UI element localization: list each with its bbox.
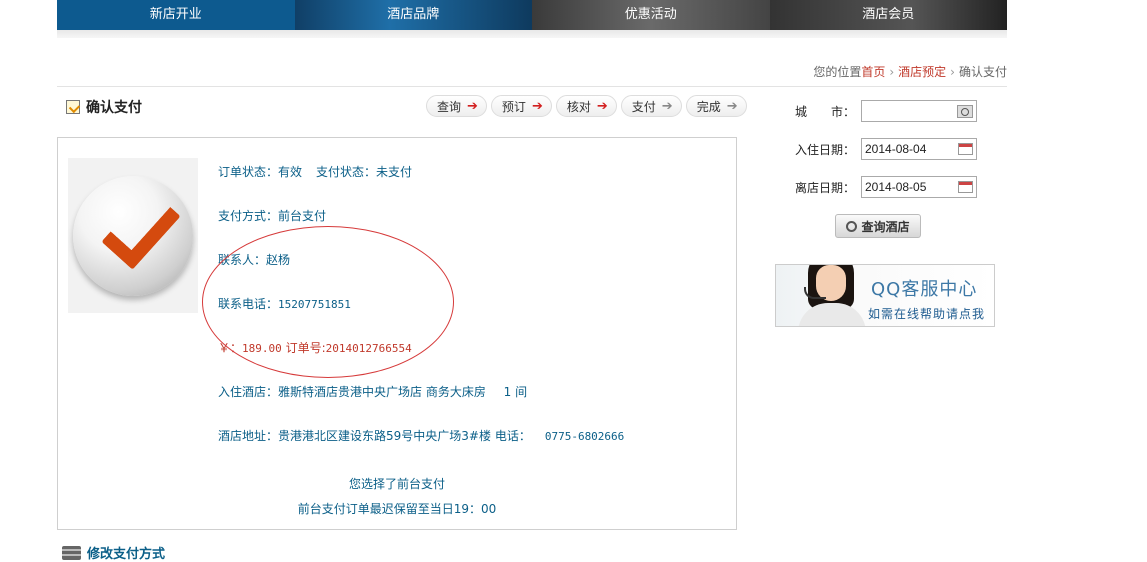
booking-steps: 查询 ➔ 预订 ➔ 核对 ➔ 支付 ➔ 完成 ➔ [426, 95, 747, 117]
breadcrumb-current: 确认支付 [958, 65, 1007, 79]
address-row: 酒店地址：贵港港北区建设东路59号中央广场3#楼 电话： 0775-6802666 [218, 427, 624, 444]
arrow-right-icon: ➔ [661, 98, 673, 114]
address-label: 酒店地址： [218, 429, 279, 443]
order-summary-panel: 订单状态：有效 支付状态：未支付 支付方式：前台支付 联系人：赵杨 联系电话：15… [57, 137, 737, 530]
arrow-right-icon: ➔ [596, 98, 608, 114]
order-number: 2014012766554 [325, 342, 412, 355]
step-complete[interactable]: 完成 ➔ [685, 95, 747, 117]
address-value: 贵港港北区建设东路59号中央广场3#楼 [278, 429, 491, 443]
status-row: 订单状态：有效 支付状态：未支付 [218, 163, 412, 180]
search-hotel-label: 查询酒店 [861, 219, 910, 234]
modify-payment-text[interactable]: 修改支付方式 [87, 543, 165, 562]
support-agent-image [786, 265, 872, 326]
breadcrumb-booking-link[interactable]: 酒店预定 [898, 65, 946, 79]
qq-support-banner[interactable]: QQ客服中心 如需在线帮助请点我 [775, 264, 995, 327]
search-icon[interactable] [957, 104, 973, 118]
checkout-row: 离店日期： 2014-08-05 [795, 176, 977, 198]
arrow-right-icon: ➔ [531, 98, 543, 114]
payment-status: 支付状态：未支付 [316, 165, 413, 179]
step-label: 查询 [437, 99, 462, 114]
nav-item-membership[interactable]: 酒店会员 [769, 0, 1007, 30]
price-row: ￥：189.00 订单号:2014012766554 [218, 339, 412, 356]
nav-item-promotions[interactable]: 优惠活动 [532, 0, 770, 30]
step-label: 核对 [566, 99, 591, 114]
qq-support-subtitle: 如需在线帮助请点我 [868, 307, 986, 321]
edit-note-icon [66, 100, 80, 114]
step-reserve[interactable]: 预订 ➔ [490, 95, 552, 117]
checkmark-icon [73, 175, 193, 296]
success-check-image [68, 158, 198, 313]
magnifier-icon [846, 220, 858, 232]
price-prefix: ￥： [218, 341, 243, 355]
hotel-row: 入住酒店：雅斯特酒店贵港中央广场店 商务大床房 1 间 [218, 383, 527, 400]
phone-label: 联系电话： [218, 297, 279, 311]
hotel-label: 入住酒店： [218, 385, 279, 399]
contact-name: 赵杨 [266, 253, 291, 267]
chevron-right-icon: › [950, 65, 955, 79]
hotel-name: 雅斯特酒店贵港中央广场店 商务大床房 [278, 385, 486, 399]
payment-choice-note: 您选择了前台支付 [348, 477, 445, 491]
calendar-icon[interactable] [958, 181, 973, 193]
modify-payment-link[interactable]: 修改支付方式 [62, 543, 165, 562]
contact-row: 联系人：赵杨 [218, 251, 290, 268]
search-hotel-button[interactable]: 查询酒店 [835, 214, 921, 238]
top-nav: 新店开业 酒店品牌 优惠活动 酒店会员 [57, 0, 1007, 30]
city-input[interactable] [861, 100, 977, 122]
arrow-right-icon: ➔ [726, 98, 738, 114]
checkin-date-input[interactable]: 2014-08-04 [861, 138, 977, 160]
order-status: 订单状态：有效 [218, 165, 303, 179]
step-pay[interactable]: 支付 ➔ [620, 95, 682, 117]
breadcrumb: 您的位置首页 › 酒店预定 › 确认支付 [813, 63, 1007, 80]
city-row: 城 市： [795, 100, 977, 122]
checkin-value: 2014-08-04 [865, 142, 927, 156]
step-label: 预订 [501, 99, 526, 114]
phone-row: 联系电话：15207751851 [218, 295, 351, 312]
room-count: 1 间 [503, 385, 528, 399]
price-value: 189.00 [242, 342, 282, 355]
payment-method: 支付方式：前台支付 [218, 209, 327, 223]
breadcrumb-home-link[interactable]: 首页 [861, 65, 885, 79]
hotel-phone-label: 电话： [494, 429, 531, 443]
contact-label: 联系人： [218, 253, 267, 267]
checkout-value: 2014-08-05 [865, 180, 927, 194]
phone-value: 15207751851 [278, 298, 351, 311]
checkout-date-input[interactable]: 2014-08-05 [861, 176, 977, 198]
reservation-hold-note: 前台支付订单最迟保留至当日19：00 [297, 502, 497, 516]
order-number-label: 订单号: [285, 341, 326, 355]
qq-support-title: QQ客服中心 [871, 279, 978, 300]
divider [57, 86, 1007, 87]
checkout-label: 离店日期： [795, 180, 856, 195]
breadcrumb-prefix: 您的位置 [813, 65, 862, 79]
nav-item-new-stores[interactable]: 新店开业 [57, 0, 295, 30]
nav-item-hotel-brands[interactable]: 酒店品牌 [294, 0, 532, 30]
calendar-icon[interactable] [958, 143, 973, 155]
chevron-right-icon: › [889, 65, 895, 79]
city-label: 城 市： [795, 104, 856, 119]
page-title-text: 确认支付 [86, 100, 142, 116]
checkin-label: 入住日期： [795, 142, 856, 157]
credit-card-icon [62, 545, 81, 560]
page-title: 确认支付 [66, 97, 142, 117]
hotel-phone-value: 0775-6802666 [544, 430, 625, 443]
arrow-right-icon: ➔ [467, 98, 478, 114]
checkin-row: 入住日期： 2014-08-04 [795, 138, 977, 160]
nav-subbar [57, 30, 1007, 38]
step-verify[interactable]: 核对 ➔ [555, 95, 617, 117]
step-query[interactable]: 查询 ➔ [426, 95, 487, 117]
step-label: 支付 [631, 99, 656, 114]
step-label: 完成 [696, 99, 721, 114]
